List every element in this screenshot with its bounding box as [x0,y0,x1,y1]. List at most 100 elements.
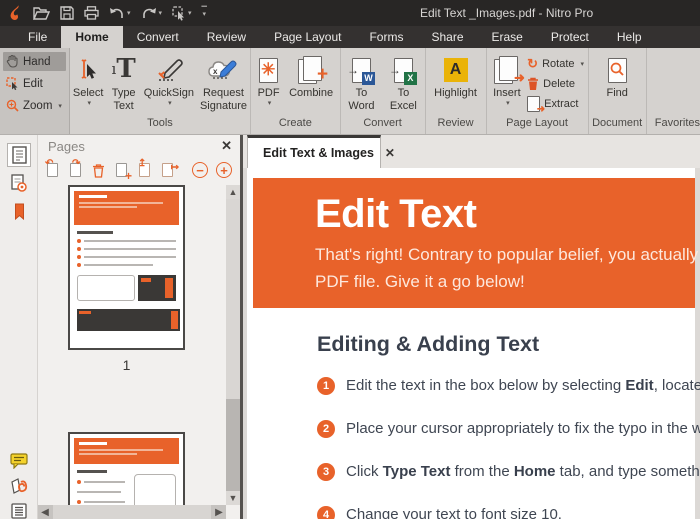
zoom-out-thumbnails-icon[interactable]: − [192,162,208,178]
rotate-page-right-icon[interactable]: ↷ [69,161,84,179]
scroll-down-icon[interactable]: ▼ [226,491,240,505]
document-hero-banner: Edit Text That's right! Contrary to popu… [253,178,695,308]
group-label-convert: Convert [341,117,425,134]
hand-icon [6,55,19,68]
ribbon-tab-bar: File Home Convert Review Page Layout For… [0,26,700,48]
save-icon[interactable] [56,2,78,24]
ribbon-group-review: A Highlight Review [426,48,487,134]
tab-convert[interactable]: Convert [123,26,193,48]
tab-home[interactable]: Home [61,26,122,48]
trash-icon [527,77,539,91]
list-number-badge: 4 [317,506,335,519]
select-tool-dropdown-icon[interactable]: ▾ [188,9,192,17]
delete-page-icon[interactable] [92,161,107,179]
document-hero-line1: That's right! Contrary to popular belief… [315,245,698,265]
document-hero-title: Edit Text [315,192,476,237]
title-bar: ▾ ▾ ▾ ▔▾ Edit Text _Images.pdf - Nitro P… [0,0,700,26]
pdf-create-button[interactable]: ✳ PDF ▾ [255,51,283,117]
open-file-icon[interactable] [29,2,54,24]
combine-button[interactable]: + Combine [286,51,336,117]
signatures-panel-icon[interactable] [7,171,31,195]
ribbon-group-tools: Select ▾ ıT Type Text QuickSign ▾ [70,48,251,134]
tab-file[interactable]: File [14,26,61,48]
thumbnail-list: 1 [38,185,226,505]
list-item-text: Change your text to font size 10. [346,505,562,519]
undo-dropdown-icon[interactable]: ▾ [127,9,131,17]
type-text-button[interactable]: ıT Type Text [106,51,140,117]
zoom-tool-button[interactable]: Zoom ▾ [3,96,66,115]
insert-pages-icon: ➜ [494,53,520,87]
scroll-right-icon[interactable]: ▶ [212,507,226,518]
tab-help[interactable]: Help [603,26,656,48]
quicksign-button[interactable]: QuickSign ▾ [141,51,197,117]
print-icon[interactable] [80,2,103,24]
vertical-scrollbar-thumb[interactable] [226,199,240,399]
group-label-review: Review [426,117,486,134]
page-1-number: 1 [68,357,185,373]
delete-button[interactable]: Delete [527,75,584,92]
tab-protect[interactable]: Protect [537,26,603,48]
ribbon-group-document: Find Document [589,48,647,134]
tab-review[interactable]: Review [193,26,260,48]
mode-tools: Hand Edit Zoom ▾ [0,48,70,134]
layers-panel-icon[interactable] [7,499,31,519]
horizontal-scrollbar-thumb[interactable] [53,505,211,519]
tab-page-layout[interactable]: Page Layout [260,26,355,48]
group-label-document: Document [589,117,646,134]
insert-button[interactable]: ➜ Insert ▾ [490,51,524,117]
rotate-page-left-icon[interactable]: ↶ [46,161,61,179]
comments-panel-icon[interactable] [7,449,31,473]
redo-dropdown-icon[interactable]: ▾ [159,9,163,17]
to-word-button[interactable]: →W To Word [341,51,383,117]
pdf-create-icon: ✳ [259,53,278,87]
thumbnail-horizontal-scrollbar[interactable]: ◀ ▶ [38,505,226,519]
document-area: Edit Text & Images ✕ Edit Text That's ri… [243,135,700,519]
find-button[interactable]: Find [603,51,630,117]
replace-page-icon[interactable]: ↦ [161,161,176,179]
insert-page-icon[interactable]: + [115,161,130,179]
extract-icon: ➜ [527,96,540,112]
undo-icon[interactable]: ▾ [105,2,135,24]
edit-icon [6,77,19,90]
type-text-icon: ıT [112,53,136,87]
document-tab-label: Edit Text & Images [263,146,374,160]
highlight-button[interactable]: A Highlight [431,51,480,117]
page-2-thumbnail[interactable] [68,432,185,505]
doc-list-item-1: 1Edit the text in the box below by selec… [317,376,695,396]
tab-share[interactable]: Share [417,26,477,48]
scroll-left-icon[interactable]: ◀ [38,507,52,518]
tab-erase[interactable]: Erase [478,26,537,48]
extract-page-icon[interactable]: ↥ [138,161,153,179]
doc-list-item-4: 4 Change your text to font size 10. [317,505,695,519]
window-title: Edit Text _Images.pdf - Nitro Pro [420,0,593,26]
select-tool-icon[interactable]: ▾ [168,2,196,24]
list-number-badge: 2 [317,420,335,438]
to-excel-button[interactable]: →X To Excel [382,51,424,117]
scroll-up-icon[interactable]: ▲ [226,185,240,199]
customize-toolbar-icon[interactable]: ▔▾ [198,2,211,24]
zoom-in-thumbnails-icon[interactable]: + [216,162,232,178]
tab-forms[interactable]: Forms [355,26,417,48]
close-pages-panel-icon[interactable]: ✕ [221,138,232,154]
redo-icon[interactable]: ▾ [137,2,167,24]
page-1-thumbnail[interactable] [68,185,185,350]
quick-access-toolbar: ▾ ▾ ▾ ▔▾ [6,2,211,24]
select-button[interactable]: Select ▾ [70,51,107,117]
combine-icon: + [298,53,324,87]
close-document-tab-icon[interactable]: ✕ [385,146,395,160]
document-tab[interactable]: Edit Text & Images ✕ [247,135,381,168]
extract-button[interactable]: ➜ Extract [527,95,584,112]
attachments-panel-icon[interactable] [7,475,31,499]
highlight-icon: A [444,53,468,87]
list-item-text: Edit the text in the box below by select… [346,376,700,396]
pages-panel-title: Pages [48,139,221,154]
request-signature-button[interactable]: x Request Signature [197,51,250,117]
thumbnail-vertical-scrollbar[interactable]: ▲ ▼ [226,185,240,505]
pages-panel-icon[interactable] [7,143,31,167]
edit-tool-button[interactable]: Edit [3,74,66,93]
hand-tool-button[interactable]: Hand [3,52,66,71]
bookmarks-panel-icon[interactable] [7,199,31,223]
select-icon [75,53,101,87]
group-label-page-layout: Page Layout [487,117,588,134]
rotate-button[interactable]: ↻ Rotate ▾ [527,55,584,72]
